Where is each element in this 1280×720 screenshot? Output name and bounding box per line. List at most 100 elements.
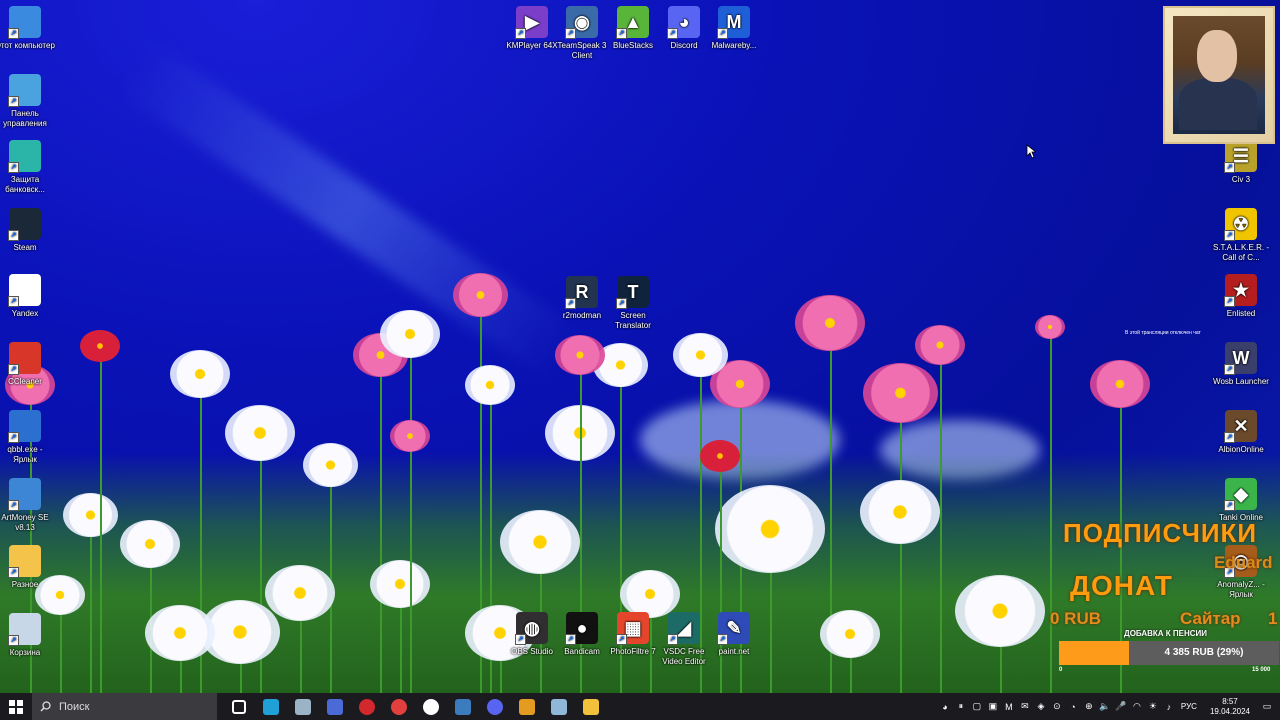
network-tray-icon[interactable]: ⊕ <box>1082 701 1096 712</box>
desktop-icon-label: Этот компьютер <box>0 41 55 50</box>
range-max: 15 000 <box>1252 667 1271 673</box>
kmplayer-icon: ▶ ↗ <box>515 6 548 39</box>
record-tray-icon[interactable]: ⊙ <box>1050 701 1064 712</box>
desktop-icon-yandex[interactable]: ↗ Yandex <box>0 274 55 319</box>
desktop-icon-control-panel[interactable]: ↗ Панель управления <box>0 74 55 129</box>
desktop-icon-label: CCleaner <box>8 377 42 386</box>
shortcut-arrow-icon: ↗ <box>8 296 19 307</box>
desktop-icon-qbbl[interactable]: ↗ qbbl.exe - Ярлык <box>0 410 55 465</box>
desktop-icon-label: ArtMoney SE v8.13 <box>1 513 49 532</box>
cosmos-flower <box>465 365 515 405</box>
cosmos-flower <box>265 565 335 621</box>
desktop-icon-label: Разное <box>11 580 39 589</box>
notification-icon[interactable]: ▭ <box>1260 701 1274 712</box>
desktop-icon-civ3[interactable]: ☰ ↗ Civ 3 <box>1211 140 1271 185</box>
speaker-tray-icon[interactable]: ♪ <box>1162 702 1176 712</box>
taskbar-task-view[interactable] <box>223 693 255 720</box>
taskbar-discord[interactable] <box>479 693 511 720</box>
speed-tray-icon[interactable]: ◔ <box>1066 702 1080 712</box>
shortcut-arrow-icon: ↗ <box>8 364 19 375</box>
folder-icon: ↗ <box>8 545 41 578</box>
taskbar-record[interactable] <box>351 693 383 720</box>
taskbar-game[interactable] <box>511 693 543 720</box>
start-button[interactable] <box>0 693 32 720</box>
pause-tray-icon[interactable]: ⏸ <box>954 701 968 712</box>
shortcut-arrow-icon: ↗ <box>8 28 19 39</box>
stream-note: В этой трансляции отключен чат <box>1125 330 1201 336</box>
taskbar-steam[interactable] <box>447 693 479 720</box>
desktop-icon-label: AlbionOnline <box>1218 445 1264 454</box>
shortcut-arrow-icon: ↗ <box>8 500 19 511</box>
cosmos-flower <box>170 350 230 398</box>
system-tray: ◕ ⏸ ▢ ▣ M ✉ ◈ ⊙ ◔ ⊕ 🔈 🎤 ◠ ☀ ♪ РУС 8:57 1… <box>938 693 1280 720</box>
desktop-icon-label: Корзина <box>9 648 41 657</box>
shortcut-arrow-icon: ↗ <box>616 298 627 309</box>
subscriber-name: Eduard <box>1214 553 1273 572</box>
yandex-icon <box>423 698 439 715</box>
artmoney-icon: ↗ <box>8 478 41 511</box>
task-view-icon <box>232 699 246 714</box>
desktop-icon-steam[interactable]: ↗ Steam <box>0 208 55 253</box>
box-tray-icon[interactable]: ▣ <box>986 701 1000 712</box>
chrome-tray-icon[interactable]: ◕ <box>938 702 952 712</box>
bandicam-icon: ● ↗ <box>565 612 598 645</box>
weather-tray-icon[interactable]: ☀ <box>1146 701 1160 712</box>
computer-icon: ↗ <box>8 6 41 39</box>
desktop-icon-tanki[interactable]: ◆ ↗ Tanki Online <box>1211 478 1271 523</box>
wifi-tray-icon[interactable]: ◠ <box>1130 701 1144 712</box>
shortcut-arrow-icon: ↗ <box>1224 162 1235 173</box>
shortcut-arrow-icon: ↗ <box>616 28 627 39</box>
taskbar-notepad[interactable] <box>543 693 575 720</box>
desktop-icon-paintnet[interactable]: ✎ ↗ paint.net <box>704 612 764 657</box>
desktop-icon-malwarebytes[interactable]: M ↗ Malwareby... <box>704 6 764 51</box>
desktop-icon-ccleaner[interactable]: ↗ CCleaner <box>0 342 55 387</box>
clock[interactable]: 8:57 19.04.2024 <box>1202 697 1258 717</box>
shortcut-arrow-icon: ↗ <box>1224 230 1235 241</box>
mail-tray-icon[interactable]: ✉ <box>1018 701 1032 712</box>
search-icon <box>40 701 51 712</box>
volume-tray-icon[interactable]: 🔈 <box>1098 701 1112 712</box>
cosmos-flower <box>820 610 880 658</box>
r2modman-icon: R ↗ <box>565 276 598 309</box>
desktop-icon-enlisted[interactable]: ★ ↗ Enlisted <box>1211 274 1271 319</box>
taskbar-edge[interactable] <box>255 693 287 720</box>
taskbar-search[interactable]: Поиск <box>32 693 217 720</box>
cosmos-flower <box>795 295 865 351</box>
record-icon <box>359 698 375 715</box>
enlisted-icon: ★ ↗ <box>1224 274 1257 307</box>
cosmos-flower <box>370 560 430 608</box>
microphone-tray-icon[interactable]: 🎤 <box>1114 701 1128 712</box>
desktop-icon-albion[interactable]: ✕ ↗ AlbionOnline <box>1211 410 1271 455</box>
malwarebytes-tray-icon[interactable]: M <box>1002 702 1016 712</box>
desktop-icon-label: qbbl.exe - Ярлык <box>7 445 43 464</box>
desktop-icon-stalker[interactable]: ☢ ↗ S.T.A.L.K.E.R. - Call of C... <box>1211 208 1271 263</box>
desktop-icon-screen-translator[interactable]: T ↗ Screen Translator <box>603 276 663 331</box>
taskbar-yandex[interactable] <box>415 693 447 720</box>
desktop-icon-computer[interactable]: ↗ Этот компьютер <box>0 6 55 51</box>
desktop-icon-label: Civ 3 <box>1231 175 1251 184</box>
window-tray-icon[interactable]: ▢ <box>970 701 984 712</box>
cosmos-flower <box>302 442 358 487</box>
screen-translator-icon: T ↗ <box>616 276 649 309</box>
taskbar-file-explorer[interactable] <box>575 693 607 720</box>
shield-tray-icon[interactable]: ◈ <box>1034 701 1048 712</box>
taskbar-kmplayer[interactable] <box>319 693 351 720</box>
language-indicator[interactable]: РУС <box>1178 702 1200 711</box>
desktop-icon-recycle-bin[interactable]: ↗ Корзина <box>0 613 55 658</box>
bank-protection-icon: ↗ <box>8 140 41 173</box>
desktop-icon-bank-protection[interactable]: ↗ Защита банковск... <box>0 140 55 195</box>
taskbar-settings-tool[interactable] <box>287 693 319 720</box>
desktop-icon-folder[interactable]: ↗ Разное <box>0 545 55 590</box>
light-ray <box>116 40 582 381</box>
shortcut-arrow-icon: ↗ <box>616 634 627 645</box>
file-explorer-icon <box>583 698 599 715</box>
cosmos-flower <box>915 325 965 365</box>
flower-stem <box>940 350 942 693</box>
cosmos-flower <box>390 420 430 452</box>
desktop-icon-wosb[interactable]: W ↗ Wosb Launcher <box>1211 342 1271 387</box>
cosmos-flower <box>225 405 295 461</box>
cosmos-flower <box>715 485 825 573</box>
bluestacks-icon: ▲ ↗ <box>616 6 649 39</box>
taskbar-speedometer[interactable] <box>383 693 415 720</box>
desktop-icon-artmoney[interactable]: ↗ ArtMoney SE v8.13 <box>0 478 55 533</box>
